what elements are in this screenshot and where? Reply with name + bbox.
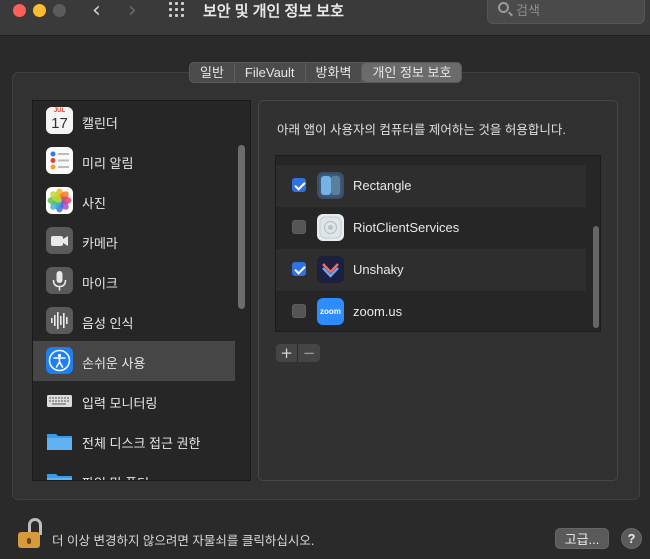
- zoom-icon-text: zoom: [320, 307, 341, 316]
- search-input[interactable]: [516, 1, 636, 19]
- riot-client-icon: [317, 214, 344, 241]
- add-app-button[interactable]: +: [276, 344, 298, 362]
- advanced-button[interactable]: 고급...: [555, 528, 609, 549]
- sidebar-item-label: 입력 모니터링: [82, 396, 158, 411]
- unshaky-checkbox[interactable]: [292, 262, 306, 276]
- sidebar-item-label: 파일 및 폴더: [82, 473, 149, 480]
- speech-recognition-icon: [46, 307, 73, 334]
- app-name: Unshaky: [353, 262, 404, 277]
- sidebar-item-label: 사진: [82, 196, 106, 211]
- app-row-rectangle[interactable]: Rectangle: [276, 165, 586, 207]
- sidebar-item-camera[interactable]: 카메라: [33, 221, 235, 261]
- forward-arrow-icon[interactable]: ›: [128, 0, 137, 23]
- app-permission-panel: 아래 앱이 사용자의 컴퓨터를 제어하는 것을 허용합니다. Rectangle…: [258, 100, 618, 481]
- reminders-icon: [46, 147, 73, 174]
- calendar-day: 17: [51, 115, 68, 132]
- search-field[interactable]: [487, 0, 645, 24]
- sidebar-item-speech-recognition[interactable]: 음성 인식: [33, 301, 235, 341]
- back-arrow-icon[interactable]: ‹: [92, 0, 101, 23]
- help-button[interactable]: ?: [621, 528, 642, 549]
- accessibility-icon: [46, 347, 73, 374]
- app-name: RiotClientServices: [353, 220, 460, 235]
- list-item-partial: [276, 155, 586, 156]
- sidebar-item-label: 마이크: [82, 276, 118, 291]
- calendar-month: JUL: [46, 107, 73, 115]
- remove-app-button[interactable]: −: [298, 344, 320, 362]
- app-row-riotclientservices[interactable]: RiotClientServices: [276, 207, 586, 249]
- zoom-checkbox[interactable]: [292, 304, 306, 318]
- unshaky-app-icon: [317, 256, 344, 283]
- sidebar-item-reminders[interactable]: 미리 알림: [33, 141, 235, 181]
- keyboard-icon: [46, 387, 73, 414]
- microphone-icon: [46, 267, 73, 294]
- sidebar-item-input-monitoring[interactable]: 입력 모니터링: [33, 381, 235, 421]
- tab-general[interactable]: 일반: [190, 63, 235, 82]
- tab-privacy[interactable]: 개인 정보 보호: [362, 63, 462, 82]
- folder-icon: [46, 427, 73, 454]
- calendar-icon: JUL 17: [46, 107, 73, 134]
- rectangle-app-icon: [317, 172, 344, 199]
- tab-filevault[interactable]: FileVault: [235, 63, 306, 82]
- tab-bar: 일반 FileVault 방화벽 개인 정보 보호: [189, 62, 463, 83]
- sidebar-item-label: 카메라: [82, 236, 118, 251]
- app-row-unshaky[interactable]: Unshaky: [276, 249, 586, 291]
- permission-description: 아래 앱이 사용자의 컴퓨터를 제어하는 것을 허용합니다.: [277, 123, 566, 137]
- title-bar: ‹ › 보안 및 개인 정보 보호: [0, 0, 650, 36]
- zoom-window-button[interactable]: [53, 4, 66, 17]
- riotclientservices-checkbox[interactable]: [292, 220, 306, 234]
- sidebar-item-files-and-folders[interactable]: 파일 및 폴더: [33, 461, 235, 480]
- app-name: Rectangle: [353, 178, 412, 193]
- sidebar-item-label: 캘린더: [82, 116, 118, 131]
- app-list[interactable]: Rectangle RiotClientServices Unshaky zoo…: [275, 155, 601, 332]
- sidebar-item-photos[interactable]: 사진: [33, 181, 235, 221]
- sidebar-item-label: 미리 알림: [82, 156, 134, 171]
- sidebar-item-accessibility[interactable]: 손쉬운 사용: [33, 341, 235, 381]
- app-row-zoom[interactable]: zoom zoom.us: [276, 291, 586, 331]
- minimize-window-button[interactable]: [33, 4, 46, 17]
- lock-icon[interactable]: [18, 518, 42, 550]
- sidebar-scrollbar[interactable]: [238, 145, 245, 309]
- lock-instruction-text: 더 이상 변경하지 않으려면 자물쇠를 클릭하십시오.: [52, 534, 315, 548]
- app-list-scrollbar[interactable]: [593, 226, 599, 328]
- sidebar-item-microphone[interactable]: 마이크: [33, 261, 235, 301]
- privacy-category-list[interactable]: JUL 17 캘린더 미리 알림 사진 카메라 마이크 음성 인식 손쉬운 사용…: [32, 100, 251, 481]
- folder-icon: [46, 467, 73, 480]
- photos-icon: [46, 187, 73, 214]
- sidebar-item-calendar[interactable]: JUL 17 캘린더: [33, 101, 235, 141]
- search-icon: [498, 2, 509, 13]
- close-window-button[interactable]: [13, 4, 26, 17]
- sidebar-item-label: 전체 디스크 접근 권한: [82, 436, 201, 451]
- app-name: zoom.us: [353, 304, 403, 319]
- tab-firewall[interactable]: 방화벽: [306, 63, 363, 82]
- lock-keyhole: [27, 538, 31, 544]
- show-all-grid-icon[interactable]: [169, 2, 187, 20]
- camera-icon: [46, 227, 73, 254]
- sidebar-item-label: 손쉬운 사용: [82, 356, 146, 371]
- rectangle-checkbox[interactable]: [292, 178, 306, 192]
- sidebar-item-full-disk-access[interactable]: 전체 디스크 접근 권한: [33, 421, 235, 461]
- window-title: 보안 및 개인 정보 보호: [203, 3, 344, 20]
- add-remove-control: + −: [276, 344, 320, 362]
- sidebar-item-label: 음성 인식: [82, 316, 134, 331]
- zoom-app-icon: zoom: [317, 298, 344, 325]
